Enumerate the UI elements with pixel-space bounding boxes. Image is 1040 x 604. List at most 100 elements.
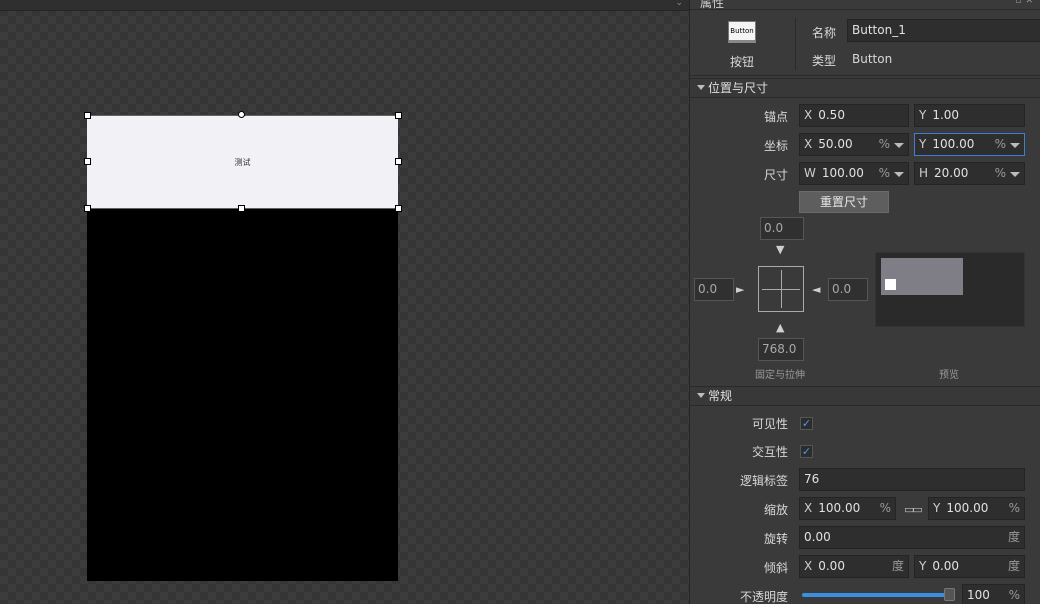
stretch-vertical-line	[781, 270, 782, 308]
size-h-value: 20.00	[934, 166, 969, 180]
skew-x-field[interactable]: X 0.00 度	[799, 555, 909, 578]
pin-up-icon[interactable]: ▲	[776, 322, 784, 333]
tag-input[interactable]: 76	[799, 468, 1025, 491]
axis-y: Y	[919, 559, 927, 573]
chevron-down-icon[interactable]: ⌄	[675, 0, 683, 8]
opacity-value: 100	[967, 588, 990, 602]
skew-y-value: 0.00	[932, 559, 960, 573]
coord-x-value: 50.00	[818, 137, 853, 151]
size-label: 尺寸	[764, 168, 789, 182]
properties-panel: 属性 ▫✕ Button 按钮 名称 Button_1 类型 Button 位置…	[689, 0, 1040, 604]
unit-label: %	[994, 137, 1006, 151]
margin-bottom-field[interactable]: 768.0	[758, 338, 804, 361]
axis-x: X	[804, 137, 813, 151]
opacity-slider-track[interactable]	[802, 593, 948, 597]
rotation-input[interactable]: 0.00 度	[799, 526, 1025, 549]
resize-handle-top-right[interactable]	[395, 112, 402, 119]
collapse-triangle-icon	[697, 393, 705, 398]
scale-x-field[interactable]: X 100.00 %	[799, 497, 896, 520]
resize-handle-bottom-right[interactable]	[395, 205, 402, 212]
unit-label: %	[1008, 588, 1020, 602]
visible-label: 可见性	[752, 417, 789, 431]
axis-x: X	[804, 108, 813, 122]
resize-handle-bottom-left[interactable]	[84, 205, 91, 212]
anchor-stretch-caption: 固定与拉伸	[755, 370, 805, 381]
scale-y-field[interactable]: Y 100.00 %	[928, 497, 1025, 520]
section-general[interactable]: 常规	[690, 386, 1040, 406]
selected-button-element[interactable]: 测试	[87, 115, 398, 209]
margin-left-field[interactable]: 0.0	[694, 278, 734, 301]
anchor-x-value: 0.50	[818, 108, 845, 122]
type-label: 类型	[812, 54, 837, 68]
scene-canvas[interactable]: ⌄ 测试	[0, 0, 689, 604]
pivot-handle-top[interactable]	[238, 111, 245, 118]
axis-y: Y	[919, 108, 927, 122]
button-type-icon: Button	[728, 21, 756, 43]
interactive-checkbox[interactable]: ✓	[800, 445, 813, 458]
scale-y-value: 100.00	[946, 501, 989, 515]
collapse-triangle-icon	[697, 85, 705, 90]
window-controls-icon[interactable]: ▫✕	[1015, 0, 1037, 6]
axis-x: X	[804, 559, 813, 573]
section-position-size[interactable]: 位置与尺寸	[690, 78, 1040, 98]
coord-y-value: 100.00	[932, 137, 975, 151]
rotation-value: 0.00	[804, 530, 831, 544]
anchor-label: 锚点	[764, 110, 789, 124]
anchor-y-value: 1.00	[932, 108, 960, 122]
tag-label: 逻辑标签	[740, 474, 789, 488]
type-caption: 按钮	[730, 55, 755, 69]
resize-handle-bottom[interactable]	[238, 205, 245, 212]
section-general-label: 常规	[708, 389, 733, 403]
pin-left-icon[interactable]: ◄	[812, 284, 820, 295]
unit-dropdown-icon[interactable]	[1010, 172, 1020, 177]
pin-down-icon[interactable]: ▼	[776, 244, 784, 255]
unit-label: %	[879, 501, 891, 515]
axis-w: W	[804, 166, 816, 180]
panel-title-bar: 属性 ▫✕	[690, 0, 1040, 10]
unit-dropdown-icon[interactable]	[1010, 143, 1020, 148]
axis-h: H	[919, 166, 929, 180]
opacity-input[interactable]: 100 %	[962, 584, 1025, 604]
unit-label: %	[878, 137, 890, 151]
rotation-label: 旋转	[764, 532, 789, 546]
coord-label: 坐标	[764, 139, 789, 153]
unit-label: 度	[891, 559, 904, 573]
coord-y-field[interactable]: Y 100.00 %	[914, 133, 1025, 156]
canvas-toolbar: ⌄	[0, 0, 689, 11]
type-thumb-text: Button	[730, 27, 754, 35]
unit-dropdown-icon[interactable]	[894, 143, 904, 148]
component-header: Button 按钮 名称 Button_1 类型 Button	[690, 10, 1040, 76]
type-value: Button	[852, 52, 893, 66]
resize-handle-left[interactable]	[84, 158, 91, 165]
resize-handle-right[interactable]	[395, 158, 402, 165]
reset-size-button[interactable]: 重置尺寸	[799, 191, 889, 213]
visible-checkbox[interactable]: ✓	[800, 417, 813, 430]
size-w-field[interactable]: W 100.00 %	[799, 162, 909, 185]
coord-x-field[interactable]: X 50.00 %	[799, 133, 909, 156]
preview-element-rect	[885, 279, 896, 290]
scale-label: 缩放	[764, 503, 789, 517]
opacity-slider-thumb[interactable]	[944, 588, 955, 601]
link-ratio-icon[interactable]: ▭▭	[904, 503, 923, 516]
margin-right-field[interactable]: 0.0	[828, 278, 868, 301]
unit-label: %	[878, 166, 890, 180]
resize-handle-top-left[interactable]	[84, 112, 91, 119]
size-h-field[interactable]: H 20.00 %	[914, 162, 1025, 185]
unit-label: 度	[1007, 530, 1020, 544]
margin-top-field[interactable]: 0.0	[760, 217, 804, 240]
name-input[interactable]: Button_1	[847, 19, 1040, 42]
anchor-y-field[interactable]: Y 1.00	[914, 104, 1025, 127]
panel-title: 属性	[700, 0, 725, 10]
skew-y-field[interactable]: Y 0.00 度	[914, 555, 1025, 578]
divider	[795, 18, 796, 70]
interactive-label: 交互性	[752, 445, 789, 459]
unit-label: %	[994, 166, 1006, 180]
scale-x-value: 100.00	[818, 501, 861, 515]
axis-y: Y	[933, 501, 941, 515]
unit-dropdown-icon[interactable]	[894, 172, 904, 177]
pin-right-icon[interactable]: ►	[736, 284, 744, 295]
anchor-stretch-widget[interactable]	[758, 266, 804, 312]
skew-label: 倾斜	[764, 561, 789, 575]
button-element-text: 测试	[234, 157, 251, 167]
anchor-x-field[interactable]: X 0.50	[799, 104, 909, 127]
